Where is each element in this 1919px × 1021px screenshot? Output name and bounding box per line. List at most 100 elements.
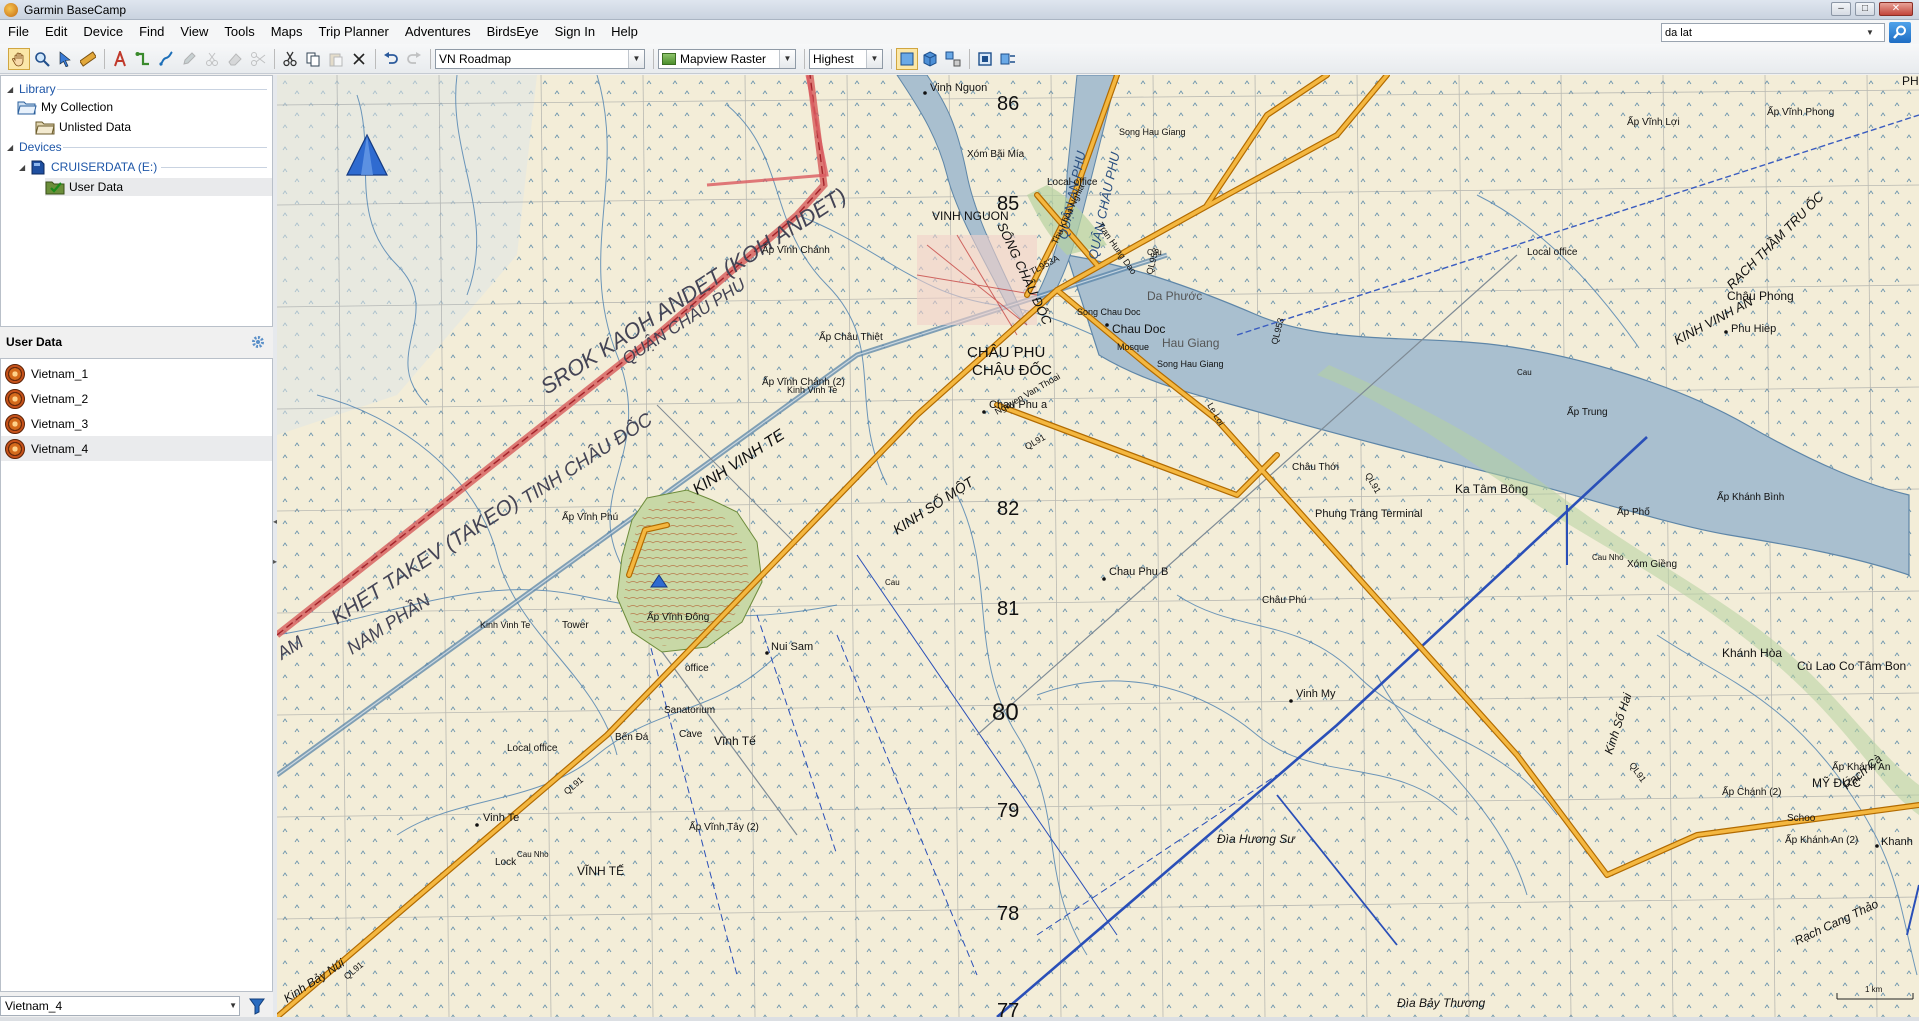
measure-tool-button[interactable]	[77, 48, 99, 70]
zoom-tool-button[interactable]	[31, 48, 53, 70]
divide-track-button[interactable]	[201, 48, 223, 70]
map-label-vinh-my: Vinh My	[1296, 688, 1336, 700]
paste-button[interactable]	[325, 48, 347, 70]
map-label-song-hau-giang-top: Song Hau Giang	[1119, 127, 1186, 137]
collapse-triangle-icon[interactable]: ◢	[7, 85, 16, 94]
menu-trip-planner[interactable]: Trip Planner	[311, 20, 397, 44]
menu-device[interactable]: Device	[75, 20, 131, 44]
gear-icon[interactable]	[251, 335, 265, 349]
chevron-down-icon: ▼	[866, 49, 882, 68]
toolbar-separator	[104, 48, 105, 69]
map-label-ap-vinh-loi: Ấp Vĩnh Lợi	[1627, 115, 1680, 128]
list-item[interactable]: Vietnam_4	[1, 436, 272, 461]
map-label-ben-da: Bến Đá	[615, 731, 649, 743]
waypoint-flag-icon	[114, 50, 126, 66]
collapse-triangle-icon[interactable]: ◢	[19, 163, 28, 172]
cut-button[interactable]	[279, 48, 301, 70]
devices-section[interactable]: ◢ Devices	[7, 138, 62, 156]
topographic-map[interactable]: 86 85 82 81 80 79 78 77 SROK KAOH ANDET …	[277, 75, 1919, 1017]
new-waypoint-button[interactable]	[109, 48, 131, 70]
map-label-ap-khanh-an: Ấp Khánh An	[1832, 760, 1890, 773]
search-button[interactable]	[1889, 22, 1911, 43]
map-label-song-chau-doc-small: Song Chau Doc	[1077, 307, 1141, 317]
menu-file[interactable]: File	[0, 20, 37, 44]
select-tool-button[interactable]	[54, 48, 76, 70]
list-item[interactable]: Vietnam_1	[1, 361, 272, 386]
tree-item-device[interactable]: ◢ CRUISERDATA (E:)	[19, 158, 157, 176]
map-label-office: office	[685, 663, 709, 674]
my-collection-label: My Collection	[41, 100, 114, 114]
detail-level-select[interactable]: Highest ▼	[809, 48, 883, 69]
library-section[interactable]: ◢ Library	[7, 80, 56, 98]
folder-icon	[35, 120, 55, 135]
map-label-ka-tam-bong: Ka Tâm Bông	[1455, 482, 1528, 496]
undo-button[interactable]	[380, 48, 402, 70]
delete-button[interactable]	[348, 48, 370, 70]
menu-birdseye[interactable]: BirdsEye	[479, 20, 547, 44]
toolbar-separator	[653, 48, 654, 69]
new-track-button[interactable]	[155, 48, 177, 70]
menu-find[interactable]: Find	[131, 20, 172, 44]
section-divider	[161, 167, 267, 168]
scissors-track-icon	[206, 52, 218, 66]
map-product-select[interactable]: VN Roadmap ▼	[435, 48, 645, 69]
track-icon	[159, 50, 173, 66]
chevron-down-icon: ▼	[779, 49, 795, 68]
tree-item-user-data[interactable]: User Data	[45, 178, 272, 196]
join-scissors-icon	[251, 51, 266, 66]
3d-view-button[interactable]	[919, 48, 941, 70]
ruler-icon	[80, 50, 96, 67]
menu-edit[interactable]: Edit	[37, 20, 75, 44]
map-label-local-office: Local office	[1047, 177, 1098, 188]
redo-button[interactable]	[403, 48, 425, 70]
map-label-kinh-vinh-te-small: Kinh Vinh Te	[787, 385, 837, 395]
maximize-button[interactable]: □	[1855, 2, 1875, 16]
map-label-phong: PHONG	[1902, 75, 1919, 88]
join-button[interactable]	[247, 48, 269, 70]
menu-sign-in[interactable]: Sign In	[547, 20, 603, 44]
status-bar	[0, 1017, 1919, 1021]
list-item-label: Vietnam_4	[31, 441, 89, 456]
new-route-button[interactable]	[132, 48, 154, 70]
search-history-dropdown-icon[interactable]: ▼	[1862, 28, 1878, 37]
2d-view-button[interactable]	[896, 47, 918, 70]
map-label-xom-bai-mia: Xóm Bãi Mía	[967, 149, 1025, 160]
zoom-to-fit-button[interactable]	[974, 48, 996, 70]
tree-item-my-collection[interactable]: My Collection	[17, 98, 113, 116]
search-input[interactable]	[1662, 26, 1862, 39]
menu-help[interactable]: Help	[603, 20, 646, 44]
map-label-vinh-nguon-big: VINH NGUON	[932, 209, 1009, 223]
eraser-button[interactable]	[224, 48, 246, 70]
grid-number: 77	[997, 1000, 1019, 1017]
collapse-triangle-icon[interactable]: ◢	[7, 143, 16, 152]
send-to-device-button[interactable]	[997, 48, 1019, 70]
user-data-filter-select[interactable]: Vietnam_4 ▼	[0, 996, 240, 1016]
map-view[interactable]: 86 85 82 81 80 79 78 77 SROK KAOH ANDET …	[277, 75, 1919, 1017]
map-label-khanh: Khanh	[1881, 836, 1913, 848]
edit-route-button[interactable]	[178, 48, 200, 70]
hand-tool-button[interactable]	[8, 47, 30, 70]
map-label-ap-chanh-2: Ấp Chánh (2)	[1722, 785, 1781, 798]
menu-view[interactable]: View	[172, 20, 216, 44]
filter-button[interactable]	[246, 996, 268, 1016]
map-label-dia-huong-su: Đìa Hương Sư	[1217, 832, 1296, 846]
map-label-vinh-te-2: Vĩnh Tế	[714, 734, 756, 748]
minimize-button[interactable]: –	[1831, 2, 1851, 16]
map-label-local-office: Local office	[1527, 247, 1578, 258]
split-view-icon	[945, 51, 961, 66]
copy-button[interactable]	[302, 48, 324, 70]
list-item[interactable]: Vietnam_2	[1, 386, 272, 411]
2d-map-icon	[900, 52, 914, 65]
search-box: ▼	[1661, 23, 1885, 42]
menu-tools[interactable]: Tools	[216, 20, 262, 44]
tree-item-unlisted-data[interactable]: Unlisted Data	[35, 118, 131, 136]
user-data-label: User Data	[69, 180, 124, 194]
split-view-button[interactable]	[942, 48, 964, 70]
map-layer-select[interactable]: Mapview Raster ▼	[658, 48, 796, 69]
menu-adventures[interactable]: Adventures	[397, 20, 479, 44]
close-button[interactable]: ✕	[1879, 2, 1913, 16]
list-item[interactable]: Vietnam_3	[1, 411, 272, 436]
menu-maps[interactable]: Maps	[263, 20, 311, 44]
grid-number: 79	[997, 800, 1019, 822]
map-label-hau-giang: Hau Giang	[1162, 336, 1219, 350]
